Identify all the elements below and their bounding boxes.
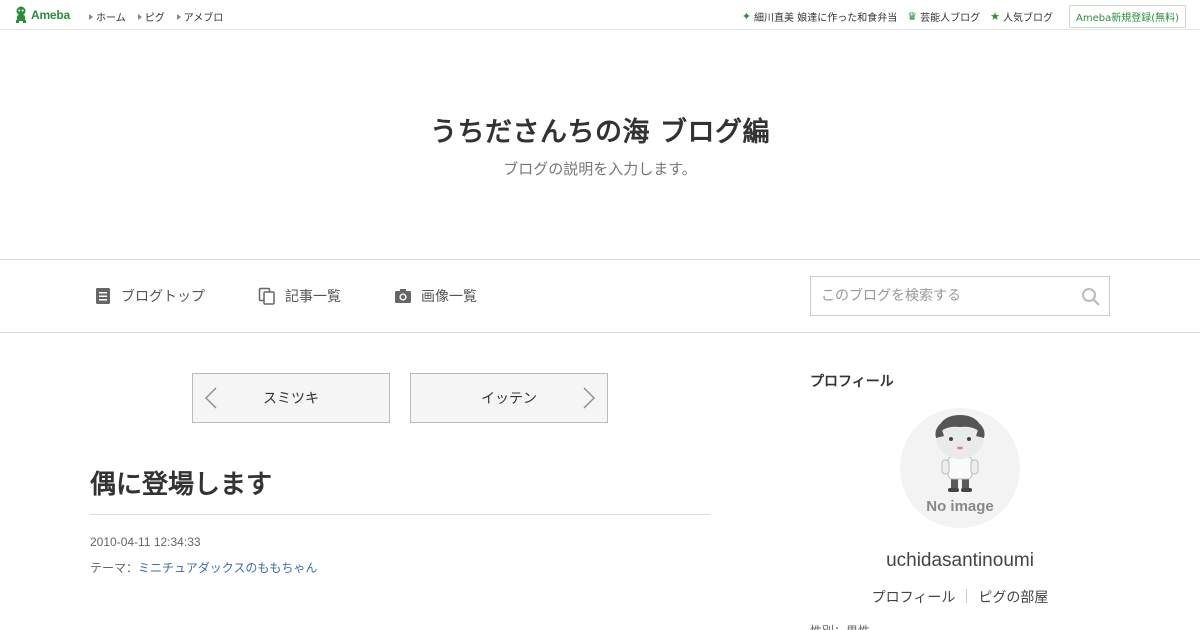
trending-link[interactable]: ✦ 細川直美 娘達に作った和食弁当 (742, 9, 897, 24)
entry-date: 2010-04-11 12:34:33 (90, 535, 201, 549)
nav-link-label: ホーム (96, 13, 126, 24)
nav-image-list[interactable]: 画像一覧 (394, 286, 477, 306)
blog-description: ブログの説明を入力します。 (503, 160, 697, 178)
logo-text: Ameba (31, 7, 71, 22)
nav-link-ameblo[interactable]: アメブロ (176, 9, 224, 24)
chevron-left-icon (205, 387, 217, 409)
profile-gender: 性別：男性 (810, 622, 870, 630)
celebrity-blog-link[interactable]: ♛ 芸能人ブログ (907, 9, 980, 24)
search-input[interactable] (811, 288, 1071, 304)
document-icon (96, 288, 110, 304)
crown-icon: ♛ (907, 10, 918, 23)
divider (90, 514, 710, 515)
blog-nav: ブログトップ 記事一覧 画像一覧 (0, 259, 1200, 333)
celebrity-blog-label: 芸能人ブログ (920, 13, 981, 24)
link-separator (966, 589, 968, 603)
blog-title[interactable]: うちださんちの海 ブログ編 (0, 110, 1200, 149)
sidebar-heading: プロフィール (810, 374, 894, 390)
blog-search (810, 276, 1110, 316)
sparkle-icon: ✦ (741, 10, 752, 23)
nav-link-label: ピグ (144, 13, 165, 24)
entry-theme: テーマ：ミニチュアダックスのももちゃん (90, 559, 317, 576)
profile-links: プロフィール ピグの部屋 (810, 587, 1110, 607)
nav-article-list-label: 記事一覧 (285, 289, 341, 305)
prev-article-label: スミツキ (263, 391, 319, 407)
triangle-right-icon (137, 13, 142, 20)
nav-link-pigg[interactable]: ピグ (137, 9, 165, 24)
nav-article-list[interactable]: 記事一覧 (258, 286, 341, 306)
pigg-room-link[interactable]: ピグの部屋 (978, 587, 1048, 607)
next-article-button[interactable]: イッテン (410, 373, 608, 423)
search-icon[interactable] (1081, 287, 1101, 307)
nav-link-home[interactable]: ホーム (89, 9, 126, 24)
chevron-right-icon (583, 387, 595, 409)
no-image-label: No image (926, 498, 994, 515)
ameba-logo-icon (16, 6, 26, 23)
camera-icon (395, 289, 411, 303)
username[interactable]: uchidasantinoumi (810, 550, 1110, 572)
entry-title[interactable]: 偶に登場します (90, 464, 272, 501)
popular-blog-link[interactable]: ★ 人気ブログ (990, 9, 1053, 24)
trending-link-label: 細川直美 娘達に作った和食弁当 (754, 13, 898, 24)
nav-blog-top-label: ブログトップ (121, 289, 205, 305)
global-nav-right: ✦ 細川直美 娘達に作った和食弁当 ♛ 芸能人ブログ ★ 人気ブログ Ameba新規登… (742, 5, 1186, 28)
star-icon: ★ (990, 10, 1000, 23)
global-header: Ameba ホーム ピグ アメブロ ✦ 細川直美 娘達に作った和食弁当 ♛ 芸能人ブ… (0, 0, 1200, 30)
theme-prefix: テーマ： (90, 561, 139, 575)
nav-link-label: アメブロ (183, 13, 224, 24)
next-article-label: イッテン (481, 391, 537, 407)
popular-blog-label: 人気ブログ (1002, 13, 1053, 24)
triangle-right-icon (176, 13, 181, 20)
theme-link[interactable]: ミニチュアダックスのももちゃん (138, 561, 317, 575)
prev-article-button[interactable]: スミツキ (192, 373, 390, 423)
profile-link[interactable]: プロフィール (872, 587, 956, 607)
avatar[interactable]: No image (900, 408, 1020, 528)
register-button[interactable]: Ameba新規登録(無料) (1068, 5, 1186, 28)
nav-image-list-label: 画像一覧 (421, 289, 477, 305)
ameba-logo[interactable]: Ameba (14, 6, 70, 23)
copy-icon (258, 287, 275, 305)
global-nav-left: ホーム ピグ アメブロ (89, 9, 223, 24)
nav-blog-top[interactable]: ブログトップ (94, 286, 205, 306)
triangle-right-icon (89, 13, 93, 20)
